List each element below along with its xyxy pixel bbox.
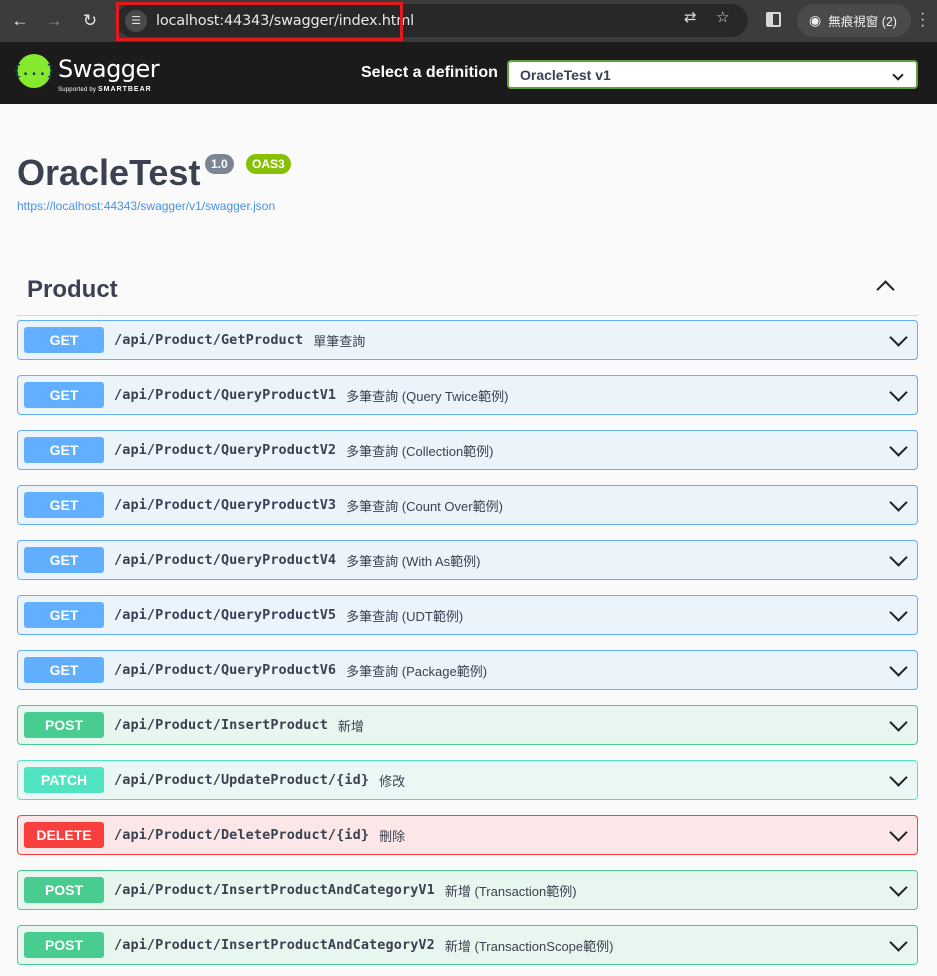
- chevron-down-icon[interactable]: [889, 658, 908, 677]
- swagger-logo-text[interactable]: Swagger: [58, 55, 160, 83]
- operation-summary: 多筆查詢 (With As範例): [346, 553, 481, 569]
- swagger-logo-icon[interactable]: {...}: [13, 54, 55, 88]
- operation-path: /api/Product/UpdateProduct/{id}: [114, 772, 370, 788]
- opblock-get[interactable]: GET/api/Product/QueryProductV4 多筆查詢 (With…: [17, 540, 918, 580]
- operation-path: /api/Product/InsertProductAndCategoryV2: [114, 937, 435, 953]
- chevron-down-icon[interactable]: [889, 823, 908, 842]
- http-method-badge: GET: [24, 492, 104, 518]
- http-method-badge: POST: [24, 932, 104, 958]
- oas-badge: OAS3: [246, 154, 291, 174]
- logo-sub-brand: SMARTBEAR: [97, 86, 152, 93]
- opblock-get[interactable]: GET/api/Product/QueryProductV6 多筆查詢 (Pack…: [17, 650, 918, 690]
- http-method-badge: GET: [24, 382, 104, 408]
- operation-path: /api/Product/QueryProductV2: [114, 442, 337, 458]
- swagger-logo-subtitle: Supported by SMARTBEAR: [58, 86, 152, 93]
- opblock-get[interactable]: GET/api/Product/QueryProductV5 多筆查詢 (UDT範…: [17, 595, 918, 635]
- http-method-badge: GET: [24, 327, 104, 353]
- reload-icon[interactable]: ↻: [73, 4, 107, 38]
- opblock-patch[interactable]: PATCH/api/Product/UpdateProduct/{id} 修改: [17, 760, 918, 800]
- translate-icon[interactable]: ⇄: [684, 8, 697, 26]
- opblock-post[interactable]: POST/api/Product/InsertProductAndCategor…: [17, 870, 918, 910]
- chevron-down-icon[interactable]: [889, 548, 908, 567]
- opblock-get[interactable]: GET/api/Product/QueryProductV2 多筆查詢 (Coll…: [17, 430, 918, 470]
- operation-path: /api/Product/QueryProductV6: [114, 662, 337, 678]
- operation-summary: 修改: [379, 773, 406, 789]
- bookmark-star-icon[interactable]: ☆: [716, 8, 729, 26]
- incognito-label: 無痕視窗 (2): [828, 15, 897, 29]
- chevron-down-icon: [892, 69, 904, 81]
- operation-summary: 單筆查詢: [313, 333, 366, 349]
- http-method-badge: DELETE: [24, 822, 104, 848]
- incognito-icon: ◉: [809, 12, 822, 28]
- operation-path: /api/Product/QueryProductV1: [114, 387, 337, 403]
- spec-json-link[interactable]: https://localhost:44343/swagger/v1/swagg…: [17, 199, 275, 213]
- tag-header-product[interactable]: Product: [17, 266, 918, 316]
- chevron-down-icon[interactable]: [889, 383, 908, 402]
- operation-summary: 多筆查詢 (UDT範例): [346, 608, 464, 624]
- opblock-delete[interactable]: DELETE/api/Product/DeleteProduct/{id} 刪除: [17, 815, 918, 855]
- chevron-up-icon[interactable]: [876, 280, 895, 299]
- operation-path: /api/Product/DeleteProduct/{id}: [114, 827, 370, 843]
- logo-sub-prefix: Supported by: [58, 87, 97, 93]
- http-method-badge: POST: [24, 712, 104, 738]
- operation-path: /api/Product/QueryProductV3: [114, 497, 337, 513]
- back-arrow-icon[interactable]: ←: [3, 4, 37, 38]
- operation-summary: 新增: [337, 718, 364, 734]
- api-title: OracleTest: [17, 152, 201, 193]
- operation-path: /api/Product/QueryProductV4: [114, 552, 337, 568]
- operation-summary: 新增 (Transaction範例): [444, 883, 577, 899]
- chevron-down-icon[interactable]: [889, 438, 908, 457]
- chevron-down-icon[interactable]: [889, 493, 908, 512]
- chevron-down-icon[interactable]: [889, 328, 908, 347]
- incognito-button[interactable]: ◉ 無痕視窗 (2): [797, 4, 911, 37]
- http-method-badge: GET: [24, 657, 104, 683]
- forward-arrow-icon[interactable]: →: [37, 4, 71, 38]
- http-method-badge: POST: [24, 877, 104, 903]
- swagger-topbar: {...} Swagger Supported by SMARTBEAR Sel…: [0, 42, 937, 104]
- browser-menu-icon[interactable]: · · ·: [920, 6, 925, 34]
- url-highlight-box: [116, 2, 403, 41]
- operation-summary: 多筆查詢 (Collection範例): [346, 443, 494, 459]
- operation-summary: 刪除: [379, 828, 406, 844]
- chevron-down-icon[interactable]: [889, 713, 908, 732]
- definition-select[interactable]: OracleTest v1: [507, 60, 918, 89]
- opblock-get[interactable]: GET/api/Product/QueryProductV3 多筆查詢 (Coun…: [17, 485, 918, 525]
- chevron-down-icon[interactable]: [889, 933, 908, 952]
- opblock-get[interactable]: GET/api/Product/GetProduct 單筆查詢: [17, 320, 918, 360]
- operation-summary: 多筆查詢 (Query Twice範例): [346, 388, 509, 404]
- http-method-badge: GET: [24, 437, 104, 463]
- http-method-badge: GET: [24, 602, 104, 628]
- chevron-down-icon[interactable]: [889, 878, 908, 897]
- chevron-down-icon[interactable]: [889, 603, 908, 622]
- version-badge: 1.0: [205, 154, 234, 174]
- opblock-get[interactable]: GET/api/Product/QueryProductV1 多筆查詢 (Quer…: [17, 375, 918, 415]
- operation-summary: 新增 (TransactionScope範例): [444, 938, 614, 954]
- definition-label: Select a definition: [361, 64, 498, 81]
- operation-path: /api/Product/GetProduct: [114, 332, 304, 348]
- tag-name: Product: [27, 276, 118, 303]
- http-method-badge: PATCH: [24, 767, 104, 793]
- operation-path: /api/Product/InsertProduct: [114, 717, 328, 733]
- operation-summary: 多筆查詢 (Package範例): [346, 663, 488, 679]
- browser-toolbar: ← → ↻ ☰ localhost:44343/swagger/index.ht…: [0, 0, 937, 42]
- operation-summary: 多筆查詢 (Count Over範例): [346, 498, 503, 514]
- http-method-badge: GET: [24, 547, 104, 573]
- operation-path: /api/Product/QueryProductV5: [114, 607, 337, 623]
- side-panel-icon[interactable]: [766, 12, 781, 27]
- operation-path: /api/Product/InsertProductAndCategoryV1: [114, 882, 435, 898]
- opblock-post[interactable]: POST/api/Product/InsertProductAndCategor…: [17, 925, 918, 965]
- definition-selected-value: OracleTest v1: [520, 66, 611, 83]
- opblock-post[interactable]: POST/api/Product/InsertProduct 新增: [17, 705, 918, 745]
- chevron-down-icon[interactable]: [889, 768, 908, 787]
